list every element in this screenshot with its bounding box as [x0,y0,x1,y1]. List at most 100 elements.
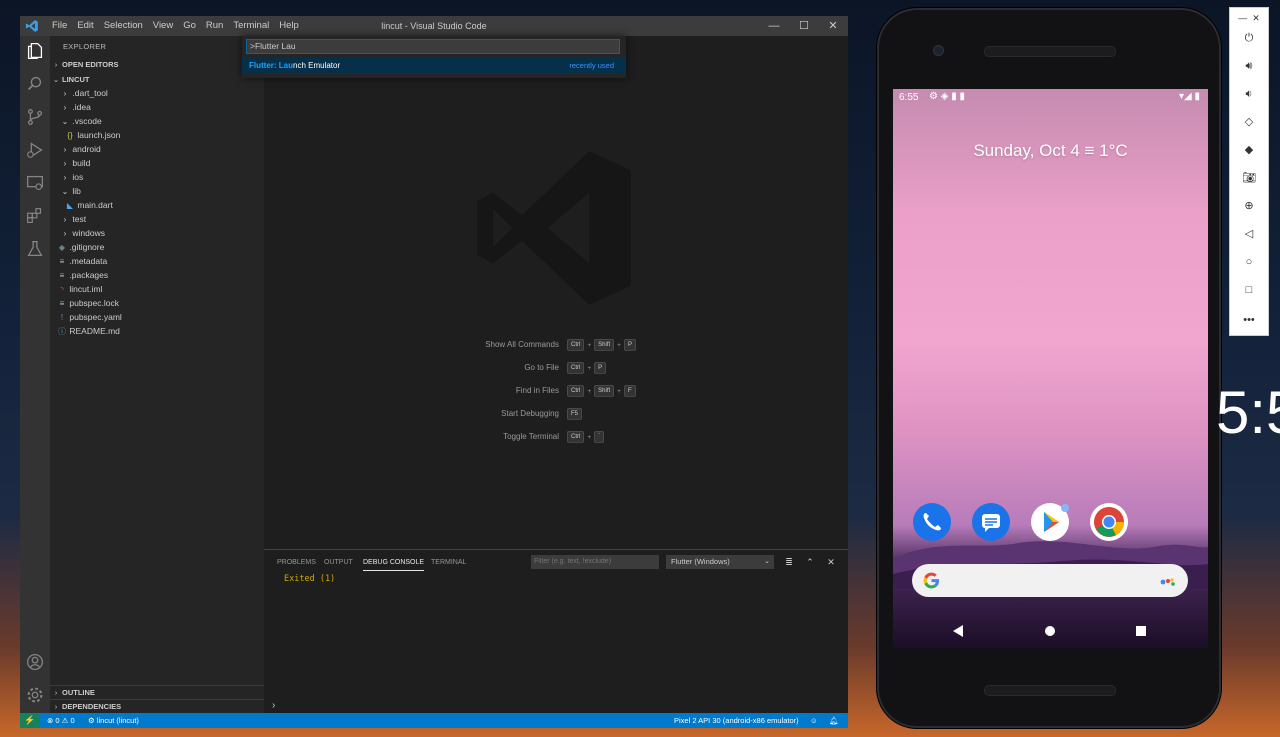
text-file-icon: ≡ [59,271,65,280]
clear-console-icon[interactable]: ≣ [782,555,796,569]
extensions-icon[interactable] [24,205,46,227]
menu-help[interactable]: Help [274,16,304,36]
remote-explorer-icon[interactable] [24,172,46,194]
settings-gear-icon[interactable] [24,684,46,706]
console-filter-input[interactable] [531,555,659,569]
volume-up-icon[interactable]: 🔊︎ [1230,56,1268,76]
tree-item-pubspec-yaml[interactable]: ! pubspec.yaml [50,310,271,324]
volume-down-icon[interactable]: 🔉︎ [1230,84,1268,104]
tree-item-ios[interactable]: › ios [50,170,274,184]
nav-overview-icon[interactable] [1136,626,1146,636]
accounts-icon[interactable] [24,651,46,673]
tree-item-idea[interactable]: › .idea [50,100,274,114]
tree-item-build[interactable]: › build [50,156,274,170]
tree-item-launch-json[interactable]: {} launch.json [50,128,279,142]
debug-session-select[interactable]: Flutter (Windows) ⌄ [666,555,774,569]
tree-item-lib[interactable]: ⌄ lib [50,184,274,198]
power-icon[interactable]: ⏻ [1230,28,1268,48]
tree-item-lincut-iml[interactable]: ◝ lincut.iml [50,282,271,296]
menu-run[interactable]: Run [201,16,228,36]
screenshot-camera-icon[interactable]: 📷︎ [1230,168,1268,188]
tree-item-dart-tool[interactable]: › .dart_tool [50,86,274,100]
tab-output[interactable]: OUTPUT [324,558,353,568]
maximize-panel-icon[interactable]: ⌃ [803,555,817,569]
tree-item-pubspec-lock[interactable]: ≡ pubspec.lock [50,296,271,310]
outline-section[interactable]: › OUTLINE [50,685,264,699]
command-palette-input[interactable] [246,39,620,54]
console-prompt-icon[interactable]: › [272,700,275,711]
maximize-button[interactable]: ☐ [789,16,819,36]
menu-edit[interactable]: Edit [72,16,98,36]
minimize-button[interactable]: — [759,16,789,36]
close-panel-icon[interactable]: ✕ [824,555,838,569]
shortcut-go-to-file: Go to File Ctrl + P [264,361,848,375]
project-section[interactable]: ⌄ LINCUT [50,73,264,86]
tree-item-vscode[interactable]: ⌄ .vscode [50,114,274,128]
emulator-toolbar: — ✕ ⏻ 🔊︎ 🔉︎ ◇ ◆ 📷︎ ⊕ ◁ ○ □ ••• [1229,7,1269,336]
problems-status[interactable]: ⊗ 0 ⚠ 0 [47,713,75,728]
menu-view[interactable]: View [148,16,178,36]
warning-icon: ⚠ [61,716,69,725]
chevron-right-icon: › [63,229,67,238]
tab-problems[interactable]: PROBLEMS [277,558,316,568]
source-control-icon[interactable] [24,106,46,128]
tree-item-label: launch.json [77,130,121,140]
phone-screen[interactable]: 6:55 ⚙ ◈ ▮ ▮ ▾◢ ▮ Sunday, Oct 4 ≡ 1°C [893,89,1208,648]
tree-item-packages[interactable]: ≡ .packages [50,268,271,282]
run-debug-icon[interactable] [24,139,46,161]
play-store-app-icon[interactable] [1031,503,1069,541]
notifications-bell-icon[interactable]: 🔔︎ [829,713,839,728]
chrome-app-icon[interactable] [1090,503,1128,541]
error-count: 0 [55,716,60,725]
launch-config-status[interactable]: ⚙ lincut (lincut) [88,713,139,728]
zoom-icon[interactable]: ⊕ [1230,196,1268,216]
tree-item-test[interactable]: › test [50,212,274,226]
google-search-bar[interactable] [912,564,1188,597]
tree-item-main-dart[interactable]: ◣ main.dart [50,198,279,212]
google-assistant-icon[interactable] [1160,573,1176,587]
tree-item-metadata[interactable]: ≡ .metadata [50,254,271,268]
minimize-icon[interactable]: — [1238,13,1247,23]
device-status[interactable]: Pixel 2 API 30 (android-x86 emulator) [674,713,799,728]
desktop-background-clock: 5:5 [1216,379,1280,446]
chevron-right-icon: › [54,688,58,697]
testing-flask-icon[interactable] [24,238,46,260]
tree-item-label: android [72,144,101,154]
tree-item-gitignore[interactable]: ◆ .gitignore [50,240,271,254]
shortcut-label: Toggle Terminal [503,432,559,441]
remote-indicator-icon[interactable]: ⚡ [20,713,40,728]
open-editors-section[interactable]: › OPEN EDITORS [50,58,264,71]
phone-app-icon[interactable] [913,503,951,541]
command-result-launch-emulator[interactable]: Flutter: Launch Emulator recently used [242,58,626,74]
at-a-glance-date-weather[interactable]: Sunday, Oct 4 ≡ 1°C [893,141,1208,161]
overview-icon[interactable]: □ [1230,280,1268,300]
tab-terminal[interactable]: TERMINAL [431,558,466,568]
home-icon[interactable]: ○ [1230,252,1268,272]
explorer-sidebar: EXPLORER › OPEN EDITORS ⌄ LINCUT › .dart_t… [50,36,264,713]
explorer-icon[interactable] [24,40,46,62]
tree-item-windows[interactable]: › windows [50,226,274,240]
menu-terminal[interactable]: Terminal [228,16,274,36]
tab-debug-console[interactable]: DEBUG CONSOLE [363,558,425,571]
feedback-icon[interactable]: ☺ [810,713,818,728]
search-icon[interactable] [24,73,46,95]
menu-go[interactable]: Go [178,16,201,36]
dependencies-section[interactable]: › DEPENDENCIES [50,699,264,713]
toolbar-window-controls: — ✕ [1230,8,1268,28]
tree-item-readme[interactable]: ⓘ README.md [50,324,271,338]
tree-item-android[interactable]: › android [50,142,274,156]
menu-selection[interactable]: Selection [99,16,148,36]
back-icon[interactable]: ◁ [1230,224,1268,244]
json-file-icon: {} [67,131,73,140]
menu-file[interactable]: File [47,16,72,36]
shortcut-label: Start Debugging [501,409,559,418]
nav-back-icon[interactable] [953,625,963,637]
more-icon[interactable]: ••• [1230,310,1268,330]
close-icon[interactable]: ✕ [1252,13,1260,23]
messages-app-icon[interactable] [972,503,1010,541]
rotate-right-icon[interactable]: ◆ [1230,140,1268,160]
rotate-left-icon[interactable]: ◇ [1230,112,1268,132]
nav-home-icon[interactable] [1045,626,1055,636]
close-button[interactable]: ✕ [818,16,848,36]
status-bar: ⚡ ⊗ 0 ⚠ 0 ⚙ lincut (lincut) Pixel 2 API … [20,713,848,728]
